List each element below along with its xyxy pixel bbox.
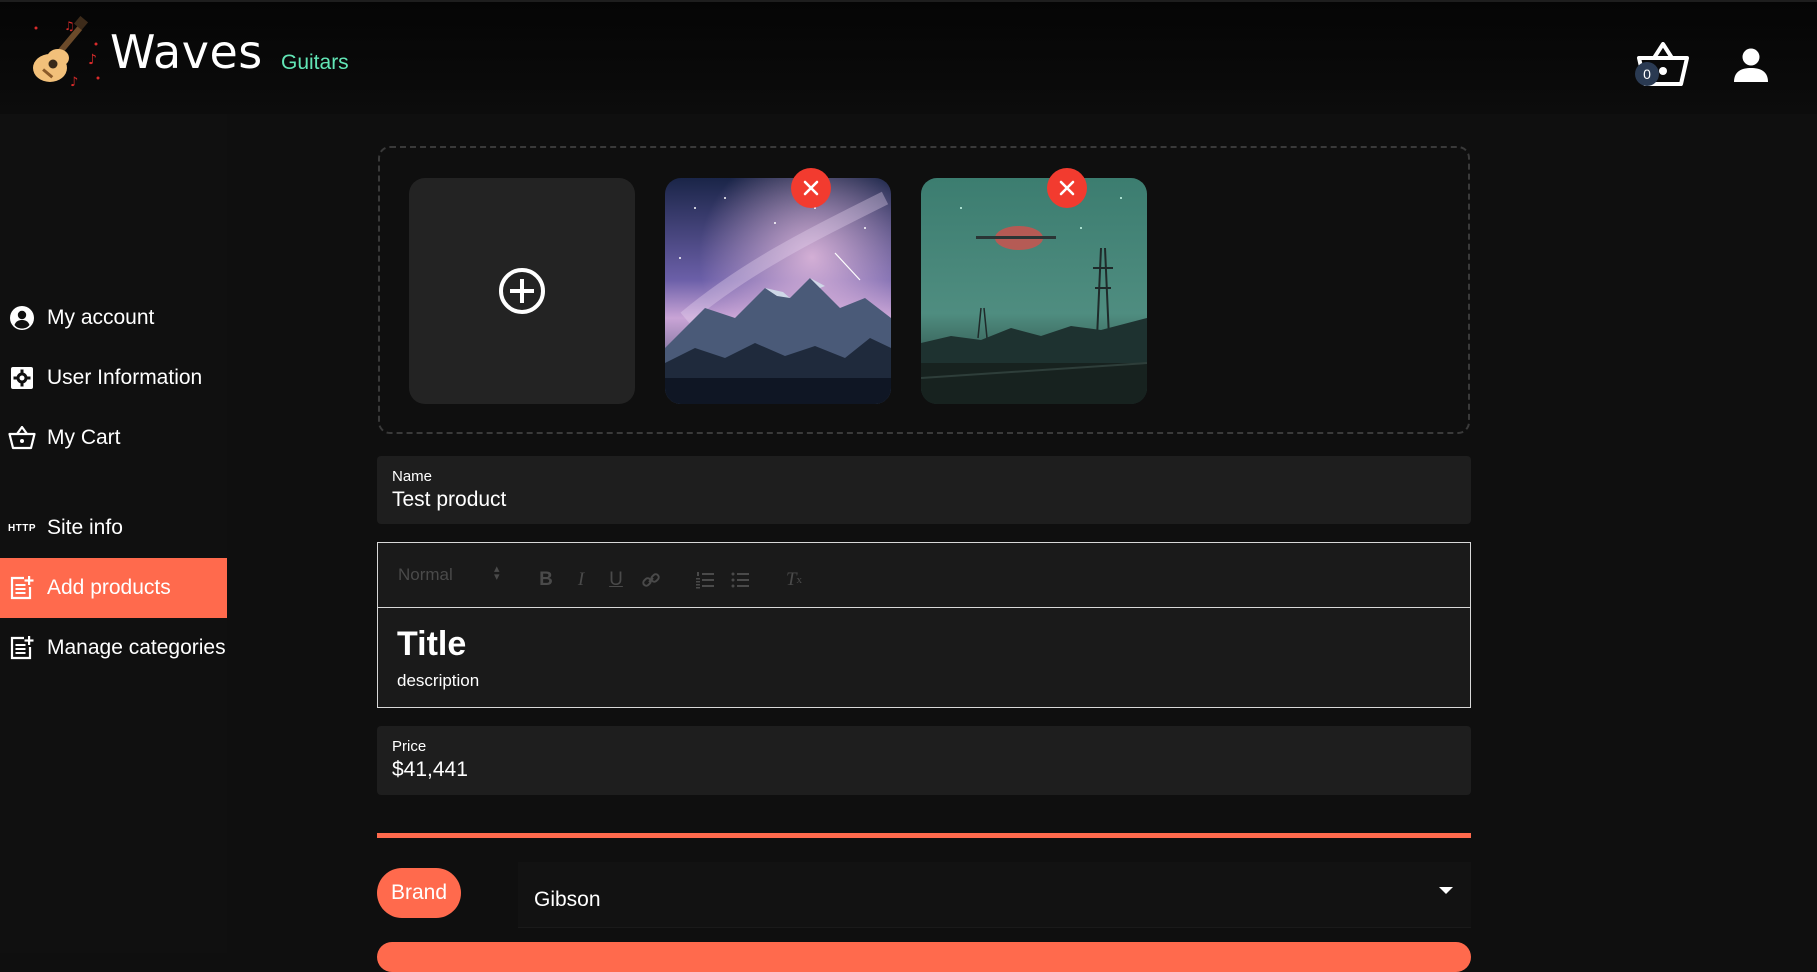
underline-icon[interactable]: U xyxy=(605,569,627,591)
sidebar-item-label: User Information xyxy=(47,366,203,389)
editor-toolbar: Normal ▴ ▾ B I U Tx xyxy=(378,543,1470,608)
sidebar-item-add-products[interactable]: Add products xyxy=(0,558,227,618)
brand-select[interactable]: Gibson xyxy=(518,862,1471,928)
sidebar-item-user-information[interactable]: User Information xyxy=(0,348,227,408)
sidebar: My account User Information My Cart HTTP… xyxy=(0,114,227,953)
link-icon[interactable] xyxy=(640,569,662,591)
nav-link-guitars[interactable]: Guitars xyxy=(281,51,349,75)
name-input[interactable]: Test product xyxy=(392,488,506,512)
add-circle-icon xyxy=(499,268,545,314)
cart-count-badge: 0 xyxy=(1635,62,1659,86)
account-circle-icon xyxy=(8,304,36,332)
settings-box-icon xyxy=(8,364,36,392)
post-add-icon xyxy=(8,634,36,662)
top-header: ♪ ♫ ♪ Waves Guitars 0 xyxy=(0,0,1817,114)
brand-label-pill: Brand xyxy=(377,868,461,918)
http-icon: HTTP xyxy=(7,522,37,534)
remove-image-button[interactable] xyxy=(791,168,831,208)
bold-icon[interactable]: B xyxy=(535,569,557,591)
sidebar-item-site-info[interactable]: HTTP Site info xyxy=(0,498,227,558)
section-divider xyxy=(377,833,1471,838)
close-icon xyxy=(803,180,819,196)
select-arrows-icon: ▴ ▾ xyxy=(494,563,500,583)
product-image-thumbnail xyxy=(665,178,891,404)
italic-icon[interactable]: I xyxy=(570,569,592,591)
teal-landscape-image xyxy=(921,178,1147,404)
close-icon xyxy=(1059,180,1075,196)
post-add-icon xyxy=(8,574,36,602)
svg-text:♪: ♪ xyxy=(88,52,97,68)
name-field-label: Name xyxy=(392,468,433,485)
logo-text: Waves xyxy=(110,25,263,79)
clear-format-icon[interactable]: Tx xyxy=(783,569,805,591)
sidebar-item-label: Site info xyxy=(47,516,123,539)
add-image-button[interactable] xyxy=(409,178,635,404)
sidebar-item-label: My Cart xyxy=(47,426,121,449)
svg-text:♫: ♫ xyxy=(64,19,75,33)
bullet-list-icon[interactable] xyxy=(729,569,751,591)
brand-select-value: Gibson xyxy=(534,888,601,911)
chevron-down-icon xyxy=(1439,887,1453,894)
name-field[interactable]: Name Test product xyxy=(377,456,1471,524)
product-image-thumbnail xyxy=(921,178,1147,404)
ordered-list-icon[interactable] xyxy=(694,569,716,591)
price-field[interactable]: Price $41,441 xyxy=(377,726,1471,795)
editor-description-text[interactable]: description xyxy=(397,671,479,691)
guitar-logo-icon: ♪ ♫ ♪ xyxy=(33,16,100,88)
sidebar-item-label: Add products xyxy=(47,576,171,599)
sidebar-item-my-cart[interactable]: My Cart xyxy=(0,408,227,468)
sidebar-item-manage-categories[interactable]: Manage categories xyxy=(0,618,227,678)
sidebar-item-label: Manage categories xyxy=(47,636,226,659)
format-select[interactable]: Normal xyxy=(398,565,453,585)
price-input[interactable]: $41,441 xyxy=(392,758,468,782)
next-field-bar[interactable] xyxy=(377,942,1471,972)
editor-title-text[interactable]: Title xyxy=(397,625,466,664)
rich-text-editor: Normal ▴ ▾ B I U Tx Title description xyxy=(377,542,1471,708)
logo[interactable]: ♪ ♫ ♪ Waves xyxy=(28,16,263,88)
image-dropzone[interactable] xyxy=(378,146,1470,434)
remove-image-button[interactable] xyxy=(1047,168,1087,208)
svg-text:♪: ♪ xyxy=(70,75,78,88)
basket-icon xyxy=(8,424,36,452)
price-field-label: Price xyxy=(392,738,427,755)
sidebar-item-label: My account xyxy=(47,306,155,329)
mountain-night-image xyxy=(665,178,891,404)
user-icon[interactable] xyxy=(1732,46,1770,84)
sidebar-item-my-account[interactable]: My account xyxy=(0,288,227,348)
